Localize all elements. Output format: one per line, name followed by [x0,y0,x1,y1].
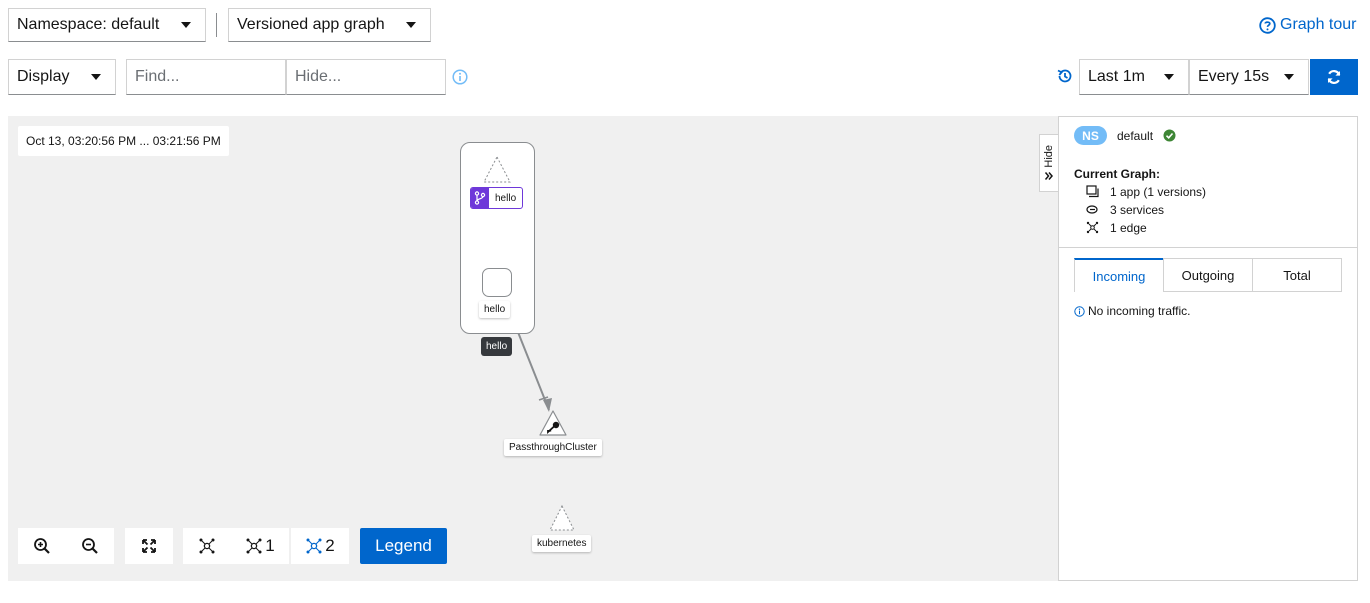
healthy-check-icon [1163,129,1176,142]
layout-2-button[interactable]: 2 [291,528,349,564]
legend-label: Legend [375,536,432,555]
hide-panel-label: Hide [1043,145,1055,168]
double-chevron-right-icon [1044,171,1053,180]
graph-tour-label: Graph tour [1280,16,1357,33]
namespace-name[interactable]: default [1117,129,1153,143]
hello-version-text: hello [495,192,517,204]
zoom-out-icon [82,538,98,554]
zoom-in-button[interactable] [18,528,66,564]
workload-node[interactable] [482,268,512,297]
tab-incoming[interactable]: Incoming [1074,258,1164,292]
topology-icon [246,538,262,554]
layout-2-label: 2 [325,536,335,555]
hello-version-label[interactable]: hello [470,187,524,209]
expand-icon [142,539,156,553]
hide-panel-toggle[interactable]: Hide [1039,134,1058,192]
passthrough-label[interactable]: PassthroughCluster [504,439,602,456]
refresh-interval-label: Every 15s [1198,68,1270,85]
chevron-down-icon [1284,74,1294,80]
chevron-down-icon [1164,74,1174,80]
kubernetes-node[interactable] [548,504,576,532]
layout-1-label: 1 [265,536,275,555]
fit-to-screen-button[interactable] [125,528,173,564]
topology-icon [199,538,215,554]
zoom-out-button[interactable] [66,528,114,564]
topology-icon [306,538,322,554]
app-node-triangle[interactable] [482,155,512,185]
kubernetes-label[interactable]: kubernetes [532,535,592,552]
no-traffic-message: No incoming traffic. [1074,304,1191,318]
refresh-interval-dropdown[interactable]: Every 15s [1189,59,1309,95]
tab-outgoing[interactable]: Outgoing [1163,258,1253,292]
service-icon [1086,205,1098,214]
tab-total[interactable]: Total [1252,258,1342,292]
question-circle-icon [1259,16,1276,34]
layout-1-button[interactable]: 1 [231,528,289,564]
apps-count: 1 app (1 versions) [1110,185,1207,199]
hello-box-label[interactable]: hello [481,337,513,356]
duration-dropdown[interactable]: Last 1m [1079,59,1189,95]
topology-icon [1086,221,1099,234]
current-graph-title: Current Graph: [1074,167,1161,181]
services-count: 3 services [1110,203,1165,217]
app-icon [1086,185,1099,198]
side-panel [1058,116,1358,581]
code-branch-icon [471,188,489,208]
hello-workload-label[interactable]: hello [479,301,511,318]
refresh-button[interactable] [1310,59,1358,95]
legend-button[interactable]: Legend [360,528,447,564]
duration-label: Last 1m [1088,68,1145,85]
zoom-in-icon [34,538,50,554]
edges-count: 1 edge [1110,221,1147,235]
side-panel-divider [1059,247,1357,248]
layout-default-button[interactable] [183,528,231,564]
graph-tour-link[interactable]: Graph tour [1259,14,1356,36]
passthrough-node[interactable] [538,409,568,438]
info-circle-icon [1074,305,1085,317]
sync-icon [1327,70,1341,84]
ns-badge: NS [1074,126,1107,145]
